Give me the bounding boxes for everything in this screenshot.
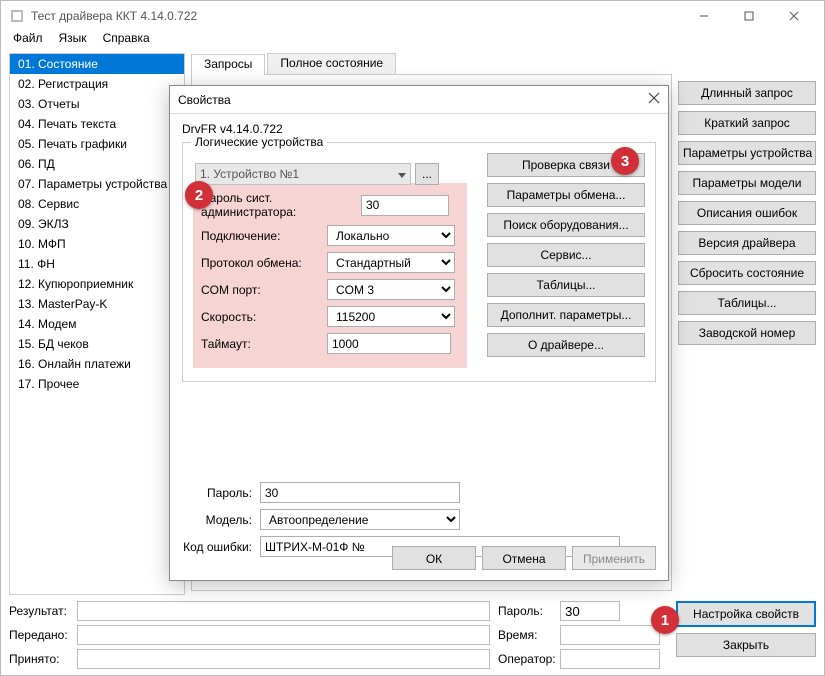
- tabs: Запросы Полное состояние: [191, 53, 672, 75]
- device-browse-button[interactable]: ...: [415, 163, 439, 185]
- conn-select[interactable]: Локально: [327, 225, 455, 246]
- device-combo[interactable]: 1. Устройство №1: [195, 163, 411, 185]
- menu-help[interactable]: Справка: [103, 31, 150, 51]
- minimize-button[interactable]: [681, 2, 726, 30]
- sidebar-item-registration[interactable]: 02. Регистрация: [10, 74, 184, 94]
- marker-1: 1: [651, 606, 679, 634]
- sidebar-item-modem[interactable]: 14. Модем: [10, 314, 184, 334]
- sysadm-pwd-label: Пароль сист. администратора:: [201, 191, 361, 219]
- speed-select[interactable]: 115200: [327, 306, 455, 327]
- dialog-right-buttons: Проверка связи Параметры обмена... Поиск…: [487, 153, 645, 357]
- sidebar-item-cheque-db[interactable]: 15. БД чеков: [10, 334, 184, 354]
- pwd-field[interactable]: [560, 601, 620, 621]
- cancel-button[interactable]: Отмена: [482, 546, 566, 570]
- btn-short-request[interactable]: Краткий запрос: [678, 111, 816, 135]
- btn-setup-props[interactable]: Настройка свойств: [676, 601, 816, 627]
- sidebar-item-mfp[interactable]: 10. МФП: [10, 234, 184, 254]
- com-label: COM порт:: [201, 283, 327, 297]
- tab-full-state[interactable]: Полное состояние: [267, 53, 396, 74]
- btn-long-request[interactable]: Длинный запрос: [678, 81, 816, 105]
- sidebar-item-masterpayk[interactable]: 13. MasterPay-K: [10, 294, 184, 314]
- btn-search-hw[interactable]: Поиск оборудования...: [487, 213, 645, 237]
- sent-label: Передано:: [9, 628, 71, 642]
- model-label: Модель:: [182, 513, 260, 527]
- result-field: [77, 601, 490, 621]
- dlg-pwd-field[interactable]: [260, 482, 460, 503]
- btn-close-app[interactable]: Закрыть: [676, 633, 816, 657]
- pwd-label: Пароль:: [498, 604, 554, 618]
- btn-additional-params[interactable]: Дополнит. параметры...: [487, 303, 645, 327]
- group-title: Логические устройства: [191, 135, 327, 149]
- dlg-pwd-label: Пароль:: [182, 486, 260, 500]
- sidebar-item-state[interactable]: 01. Состояние: [10, 54, 184, 74]
- close-button[interactable]: [771, 2, 816, 30]
- dialog-title: Свойства: [178, 93, 648, 107]
- sidebar-item-print-graphics[interactable]: 05. Печать графики: [10, 134, 184, 154]
- btn-reset-state[interactable]: Сбросить состояние: [678, 261, 816, 285]
- sidebar-item-fn[interactable]: 11. ФН: [10, 254, 184, 274]
- err-label: Код ошибки:: [182, 540, 260, 554]
- btn-about-driver[interactable]: О драйвере...: [487, 333, 645, 357]
- result-label: Результат:: [9, 604, 71, 618]
- tab-requests[interactable]: Запросы: [191, 54, 265, 75]
- menu-lang[interactable]: Язык: [59, 31, 87, 51]
- main-window: Тест драйвера ККТ 4.14.0.722 Файл Язык С…: [0, 0, 825, 676]
- apply-button[interactable]: Применить: [572, 546, 656, 570]
- sidebar-item-pd[interactable]: 06. ПД: [10, 154, 184, 174]
- speed-label: Скорость:: [201, 310, 327, 324]
- btn-tables-dlg[interactable]: Таблицы...: [487, 273, 645, 297]
- btn-driver-version[interactable]: Версия драйвера: [678, 231, 816, 255]
- oper-field: [560, 649, 660, 669]
- device-combo-label: 1. Устройство №1: [200, 167, 299, 181]
- recv-label: Принято:: [9, 652, 71, 666]
- model-select[interactable]: Автоопределение: [260, 509, 460, 530]
- btn-exchange-params[interactable]: Параметры обмена...: [487, 183, 645, 207]
- time-field: [560, 625, 660, 645]
- marker-2: 2: [185, 181, 213, 209]
- bottom-bar: Результат: Передано: Принято: Пароль:: [9, 601, 816, 669]
- recv-field: [77, 649, 490, 669]
- ok-button[interactable]: ОК: [392, 546, 476, 570]
- chevron-down-icon: [394, 167, 406, 181]
- btn-tables[interactable]: Таблицы...: [678, 291, 816, 315]
- btn-model-params[interactable]: Параметры модели: [678, 171, 816, 195]
- right-button-panel: Длинный запрос Краткий запрос Параметры …: [678, 53, 816, 595]
- oper-label: Оператор:: [498, 652, 554, 666]
- logical-devices-group: Логические устройства 1. Устройство №1 .…: [182, 142, 656, 382]
- sidebar-item-other[interactable]: 17. Прочее: [10, 374, 184, 394]
- sidebar-item-bill-acceptor[interactable]: 12. Купюроприемник: [10, 274, 184, 294]
- menu-file[interactable]: Файл: [13, 31, 43, 51]
- sidebar-item-eklz[interactable]: 09. ЭКЛЗ: [10, 214, 184, 234]
- marker-3: 3: [611, 147, 639, 175]
- connection-params-block: Пароль сист. администратора: Подключение…: [193, 183, 467, 368]
- maximize-button[interactable]: [726, 2, 771, 30]
- sidebar[interactable]: 01. Состояние 02. Регистрация 03. Отчеты…: [9, 53, 185, 595]
- com-select[interactable]: COM 3: [327, 279, 455, 300]
- btn-error-desc[interactable]: Описания ошибок: [678, 201, 816, 225]
- sidebar-item-print-text[interactable]: 04. Печать текста: [10, 114, 184, 134]
- proto-label: Протокол обмена:: [201, 256, 327, 270]
- btn-serial[interactable]: Заводской номер: [678, 321, 816, 345]
- sysadm-pwd-field[interactable]: [361, 195, 449, 216]
- conn-label: Подключение:: [201, 229, 327, 243]
- timeout-label: Таймаут:: [201, 337, 327, 351]
- dialog-close-icon[interactable]: [648, 92, 660, 107]
- btn-device-params[interactable]: Параметры устройства: [678, 141, 816, 165]
- properties-dialog: Свойства DrvFR v4.14.0.722 Логические ус…: [169, 85, 669, 581]
- sent-field: [77, 625, 490, 645]
- btn-service[interactable]: Сервис...: [487, 243, 645, 267]
- titlebar: Тест драйвера ККТ 4.14.0.722: [1, 1, 824, 31]
- app-icon: [9, 8, 25, 24]
- timeout-field[interactable]: [327, 333, 451, 354]
- menubar: Файл Язык Справка: [1, 31, 824, 51]
- sidebar-item-reports[interactable]: 03. Отчеты: [10, 94, 184, 114]
- dialog-footer: ОК Отмена Применить: [392, 546, 656, 570]
- sidebar-item-device-params[interactable]: 07. Параметры устройства: [10, 174, 184, 194]
- sidebar-item-service[interactable]: 08. Сервис: [10, 194, 184, 214]
- dialog-titlebar: Свойства: [170, 86, 668, 114]
- sidebar-item-online-pay[interactable]: 16. Онлайн платежи: [10, 354, 184, 374]
- time-label: Время:: [498, 628, 554, 642]
- window-title: Тест драйвера ККТ 4.14.0.722: [31, 9, 681, 23]
- proto-select[interactable]: Стандартный: [327, 252, 455, 273]
